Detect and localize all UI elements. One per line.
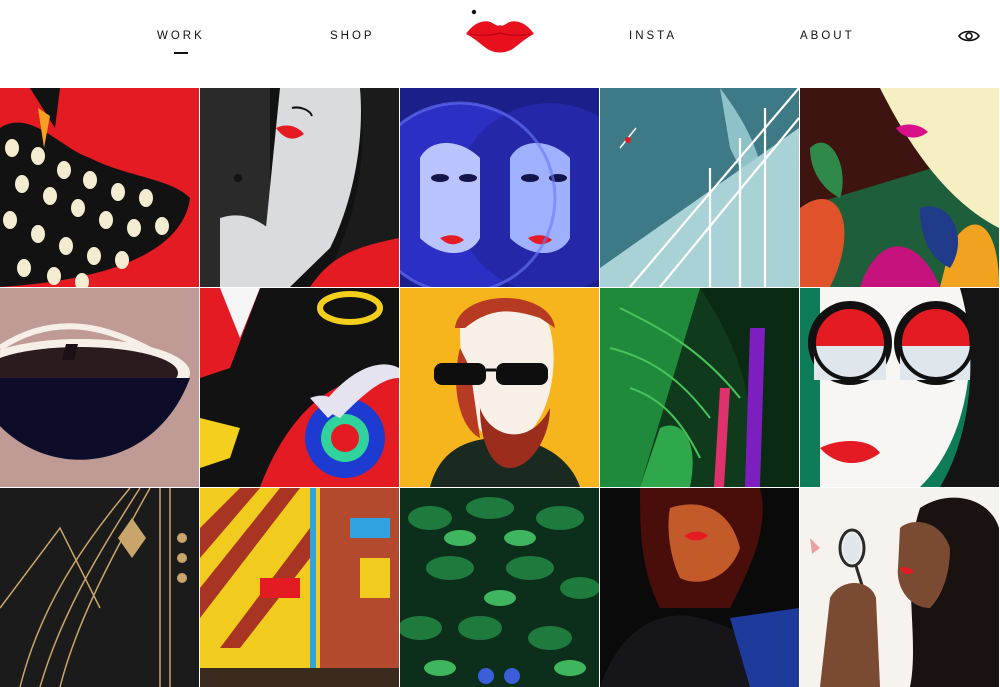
artwork-tile-bridge-pole-vault[interactable] bbox=[600, 88, 799, 287]
artwork-tile-astronauts-blue[interactable] bbox=[400, 88, 599, 287]
artwork-tile-bearded-man-sunglasses[interactable] bbox=[400, 288, 599, 487]
artwork-tile-tropical-palm-leaves[interactable] bbox=[600, 288, 799, 487]
artwork-grid bbox=[0, 88, 1000, 687]
artwork-tile-woman-arm-red-dress[interactable] bbox=[200, 288, 399, 487]
artwork-tile-woman-with-red-lips-hand[interactable] bbox=[200, 88, 399, 287]
nav-about[interactable]: ABOUT bbox=[800, 30, 855, 42]
site-header: WORK SHOP INSTA ABOUT bbox=[0, 0, 1000, 88]
artwork-tile-striped-architecture[interactable] bbox=[200, 488, 399, 687]
eye-icon[interactable] bbox=[958, 28, 980, 44]
artwork-tile-coffee-cup[interactable] bbox=[0, 288, 199, 487]
artwork-tile-woman-round-sunglasses[interactable] bbox=[800, 288, 999, 487]
lips-logo-icon[interactable] bbox=[464, 8, 536, 56]
nav-insta[interactable]: INSTA bbox=[629, 30, 677, 42]
artwork-tile-woman-red-lips-dark[interactable] bbox=[600, 488, 799, 687]
artwork-tile-polka-dot-hat[interactable] bbox=[0, 88, 199, 287]
artwork-tile-jungle-woman-portrait[interactable] bbox=[800, 88, 999, 287]
artwork-tile-face-in-foliage[interactable] bbox=[400, 488, 599, 687]
artwork-tile-art-deco-gold[interactable] bbox=[0, 488, 199, 687]
nav-work[interactable]: WORK bbox=[157, 30, 205, 54]
nav-shop[interactable]: SHOP bbox=[330, 30, 375, 42]
artwork-tile-woman-with-mirror[interactable] bbox=[800, 488, 999, 687]
